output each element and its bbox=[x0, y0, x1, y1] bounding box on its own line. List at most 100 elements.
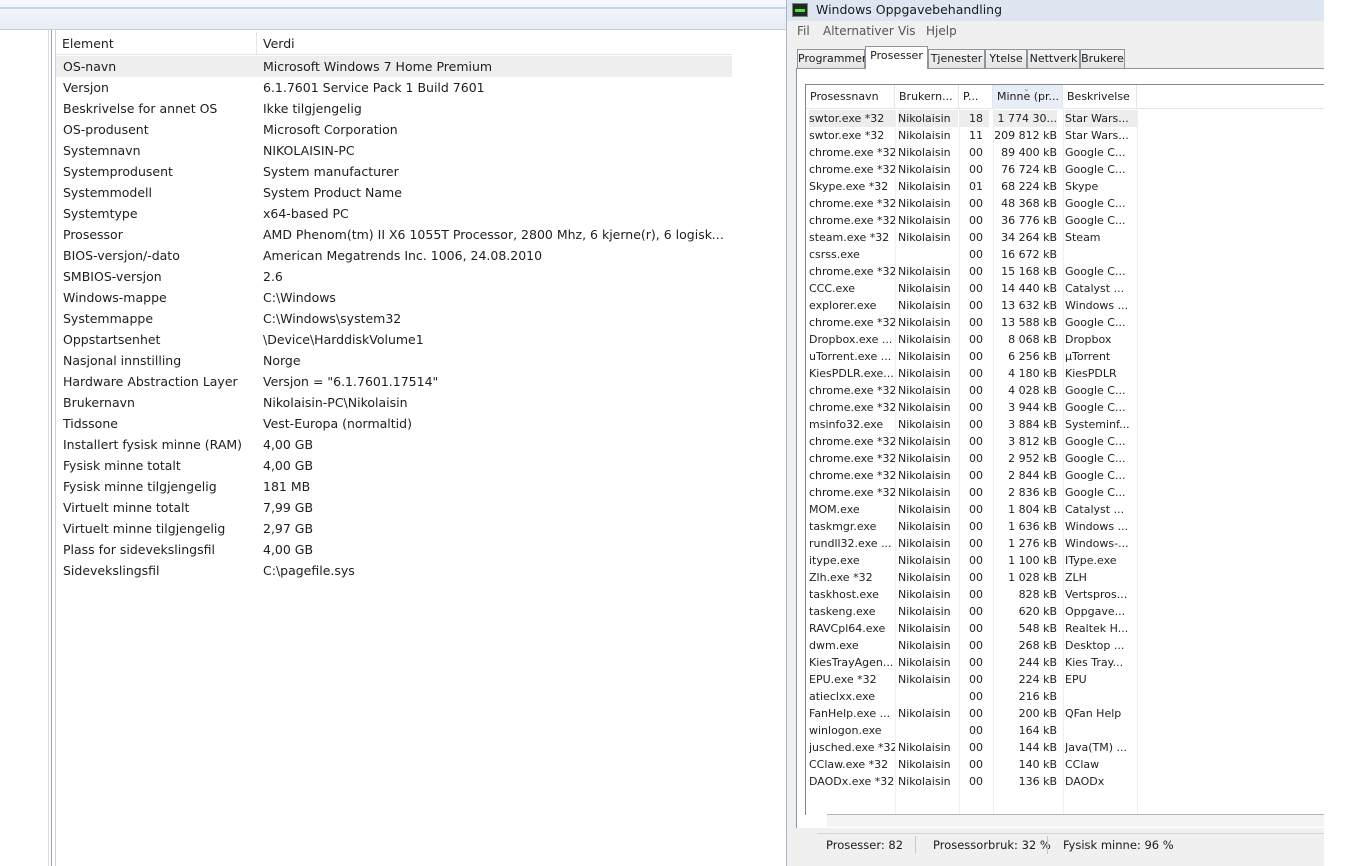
process-memory-cell: 13 632 kB bbox=[1001, 299, 1057, 312]
process-row[interactable]: uTorrent.exe ... Nikolaisin 00 6 256 kB µTor… bbox=[806, 348, 1326, 365]
process-row[interactable]: Skype.exe *32 Nikolaisin 01 68 224 kB Skype bbox=[806, 178, 1326, 195]
summary-row[interactable]: Brukernavn Nikolaisin-PC\Nikolaisin bbox=[56, 392, 732, 413]
tab-tjenester[interactable]: Tjenester bbox=[928, 49, 985, 68]
menu-alternativer[interactable]: Alternativer bbox=[823, 24, 894, 38]
process-row[interactable]: chrome.exe *32 Nikolaisin 00 89 400 kB Googl… bbox=[806, 144, 1326, 161]
summary-row[interactable]: Systemmodell System Product Name bbox=[56, 182, 732, 203]
summary-row[interactable]: Virtuelt minne tilgjengelig 2,97 GB bbox=[56, 518, 732, 539]
process-row[interactable]: explorer.exe Nikolaisin 00 13 632 kB Windows… bbox=[806, 297, 1326, 314]
summary-row[interactable]: Hardware Abstraction Layer Versjon = "6.1… bbox=[56, 371, 732, 392]
summary-row[interactable]: OS-navn Microsoft Windows 7 Home Premium bbox=[56, 56, 732, 77]
tab-ytelse[interactable]: Ytelse bbox=[985, 49, 1027, 68]
summary-row-value: C:\Windows bbox=[263, 290, 336, 305]
summary-row[interactable]: Versjon 6.1.7601 Service Pack 1 Build 760… bbox=[56, 77, 732, 98]
column-header-description[interactable]: Beskrivelse bbox=[1063, 85, 1137, 109]
summary-row-element: Plass for sidevekslingsfil bbox=[63, 542, 215, 557]
column-header-element[interactable]: Element bbox=[56, 32, 256, 55]
summary-row[interactable]: Fysisk minne totalt 4,00 GB bbox=[56, 455, 732, 476]
summary-row[interactable]: Systemnavn NIKOLAISIN-PC bbox=[56, 140, 732, 161]
tab-brukere[interactable]: Brukere bbox=[1080, 49, 1125, 68]
process-row[interactable]: csrss.exe 00 16 672 kB bbox=[806, 246, 1326, 263]
category-tree-pane[interactable] bbox=[0, 30, 52, 866]
process-row[interactable]: swtor.exe *32 Nikolaisin 18 1 774 30... Star… bbox=[806, 110, 1326, 127]
process-row[interactable]: CCC.exe Nikolaisin 00 14 440 kB Catalyst ... bbox=[806, 280, 1326, 297]
process-row[interactable]: chrome.exe *32 Nikolaisin 00 13 588 kB Googl… bbox=[806, 314, 1326, 331]
summary-row[interactable]: Systemprodusent System manufacturer bbox=[56, 161, 732, 182]
summary-row[interactable]: Plass for sidevekslingsfil 4,00 GB bbox=[56, 539, 732, 560]
summary-row[interactable]: OS-produsent Microsoft Corporation bbox=[56, 119, 732, 140]
process-user-cell: Nikolaisin bbox=[898, 520, 951, 533]
process-name-cell: RAVCpl64.exe bbox=[809, 622, 886, 635]
process-row[interactable]: atieclxx.exe 00 216 kB bbox=[806, 688, 1326, 705]
column-header-memory[interactable]: ⌄ Minne (pr... bbox=[993, 85, 1063, 109]
column-header-process-name[interactable]: Prosessnavn bbox=[806, 85, 895, 109]
process-row[interactable]: KiesTrayAgen... Nikolaisin 00 244 kB Kies Tr… bbox=[806, 654, 1326, 671]
process-row[interactable]: swtor.exe *32 Nikolaisin 11 209 812 kB Star … bbox=[806, 127, 1326, 144]
tab-nettverk[interactable]: Nettverk bbox=[1027, 49, 1080, 68]
summary-row[interactable]: Systemmappe C:\Windows\system32 bbox=[56, 308, 732, 329]
process-row[interactable]: itype.exe Nikolaisin 00 1 100 kB IType.exe bbox=[806, 552, 1326, 569]
summary-row[interactable]: Prosessor AMD Phenom(tm) II X6 1055T Proc… bbox=[56, 224, 732, 245]
process-row[interactable]: chrome.exe *32 Nikolaisin 00 76 724 kB Googl… bbox=[806, 161, 1326, 178]
summary-row[interactable]: BIOS-versjon/-dato American Megatrends In… bbox=[56, 245, 732, 266]
process-cpu-cell: 18 bbox=[959, 110, 989, 127]
menu-fil[interactable]: Fil bbox=[797, 24, 810, 38]
process-row[interactable]: Dropbox.exe ... Nikolaisin 00 8 068 kB Dropb… bbox=[806, 331, 1326, 348]
summary-row[interactable]: Sidevekslingsfil C:\pagefile.sys bbox=[56, 560, 732, 581]
process-row[interactable]: MOM.exe Nikolaisin 00 1 804 kB Catalyst ... bbox=[806, 501, 1326, 518]
process-row[interactable]: chrome.exe *32 Nikolaisin 00 2 952 kB Google… bbox=[806, 450, 1326, 467]
summary-row[interactable]: Virtuelt minne totalt 7,99 GB bbox=[56, 497, 732, 518]
process-row[interactable]: Zlh.exe *32 Nikolaisin 00 1 028 kB ZLH bbox=[806, 569, 1326, 586]
tab-programmer[interactable]: Programmer bbox=[797, 49, 866, 68]
process-row[interactable]: jusched.exe *32 Nikolaisin 00 144 kB Java(TM… bbox=[806, 739, 1326, 756]
summary-row[interactable]: Beskrivelse for annet OS Ikke tilgjengeli… bbox=[56, 98, 732, 119]
process-user-cell: Nikolaisin bbox=[898, 452, 951, 465]
process-row[interactable]: chrome.exe *32 Nikolaisin 00 15 168 kB Googl… bbox=[806, 263, 1326, 280]
column-header-user[interactable]: Brukern... bbox=[895, 85, 959, 109]
process-row[interactable]: FanHelp.exe ... Nikolaisin 00 200 kB QFan He… bbox=[806, 705, 1326, 722]
menu-hjelp[interactable]: Hjelp bbox=[926, 24, 957, 38]
summary-row[interactable]: Installert fysisk minne (RAM) 4,00 GB bbox=[56, 434, 732, 455]
summary-row[interactable]: Nasjonal innstilling Norge bbox=[56, 350, 732, 371]
column-header-cpu[interactable]: P... bbox=[959, 85, 993, 109]
process-row[interactable]: msinfo32.exe Nikolaisin 00 3 884 kB Systemin… bbox=[806, 416, 1326, 433]
summary-row[interactable]: Tidssone Vest-Europa (normaltid) bbox=[56, 413, 732, 434]
process-row[interactable]: chrome.exe *32 Nikolaisin 00 3 944 kB Google… bbox=[806, 399, 1326, 416]
summary-row[interactable]: SMBIOS-versjon 2.6 bbox=[56, 266, 732, 287]
summary-row-value: Microsoft Windows 7 Home Premium bbox=[263, 59, 493, 74]
process-row[interactable]: chrome.exe *32 Nikolaisin 00 3 812 kB Google… bbox=[806, 433, 1326, 450]
process-row[interactable]: chrome.exe *32 Nikolaisin 00 4 028 kB Google… bbox=[806, 382, 1326, 399]
process-row[interactable]: CClaw.exe *32 Nikolaisin 00 140 kB CClaw bbox=[806, 756, 1326, 773]
process-memory-cell: 34 264 kB bbox=[1001, 231, 1057, 244]
process-list[interactable]: Prosessnavn Brukern... P... ⌄ Minne (pr.… bbox=[805, 84, 1326, 816]
process-row[interactable]: DAODx.exe *32 Nikolaisin 00 136 kB DAODx bbox=[806, 773, 1326, 790]
process-row[interactable]: taskeng.exe Nikolaisin 00 620 kB Oppgave... bbox=[806, 603, 1326, 620]
tab-prosesser[interactable]: Prosesser bbox=[865, 46, 928, 69]
process-row[interactable]: taskhost.exe Nikolaisin 00 828 kB Vertspros.… bbox=[806, 586, 1326, 603]
process-row[interactable]: chrome.exe *32 Nikolaisin 00 48 368 kB Googl… bbox=[806, 195, 1326, 212]
process-row[interactable]: steam.exe *32 Nikolaisin 00 34 264 kB Steam bbox=[806, 229, 1326, 246]
task-manager-window: Windows Oppgavebehandling Fil Alternativ… bbox=[786, 0, 1334, 866]
process-row[interactable]: RAVCpl64.exe Nikolaisin 00 548 kB Realtek H.… bbox=[806, 620, 1326, 637]
summary-row[interactable]: Fysisk minne tilgjengelig 181 MB bbox=[56, 476, 732, 497]
horizontal-scrollbar[interactable] bbox=[827, 814, 1325, 827]
process-memory-cell: 200 kB bbox=[1018, 707, 1057, 720]
column-header-value[interactable]: Verdi bbox=[256, 32, 732, 55]
menu-vis[interactable]: Vis bbox=[898, 24, 916, 38]
title-bar[interactable]: Windows Oppgavebehandling bbox=[787, 0, 1325, 21]
process-row[interactable]: chrome.exe *32 Nikolaisin 00 2 836 kB Google… bbox=[806, 484, 1326, 501]
process-row[interactable]: winlogon.exe 00 164 kB bbox=[806, 722, 1326, 739]
process-row[interactable]: chrome.exe *32 Nikolaisin 00 2 844 kB Google… bbox=[806, 467, 1326, 484]
summary-row[interactable]: Systemtype x64-based PC bbox=[56, 203, 732, 224]
process-cpu-cell: 00 bbox=[969, 673, 983, 686]
system-summary-list[interactable]: Element Verdi OS-navn Microsoft Windows 7… bbox=[55, 30, 786, 866]
process-row[interactable]: rundll32.exe ... Nikolaisin 00 1 276 kB Wind… bbox=[806, 535, 1326, 552]
process-row[interactable]: chrome.exe *32 Nikolaisin 00 36 776 kB Googl… bbox=[806, 212, 1326, 229]
process-row[interactable]: EPU.exe *32 Nikolaisin 00 224 kB EPU bbox=[806, 671, 1326, 688]
process-memory-cell: 1 774 30... bbox=[993, 110, 1057, 127]
summary-row[interactable]: Windows-mappe C:\Windows bbox=[56, 287, 732, 308]
process-row[interactable]: taskmgr.exe Nikolaisin 00 1 636 kB Windows .… bbox=[806, 518, 1326, 535]
process-row[interactable]: dwm.exe Nikolaisin 00 268 kB Desktop ... bbox=[806, 637, 1326, 654]
process-row[interactable]: KiesPDLR.exe... Nikolaisin 00 4 180 kB KiesP… bbox=[806, 365, 1326, 382]
summary-row[interactable]: Oppstartsenhet \Device\HarddiskVolume1 bbox=[56, 329, 732, 350]
